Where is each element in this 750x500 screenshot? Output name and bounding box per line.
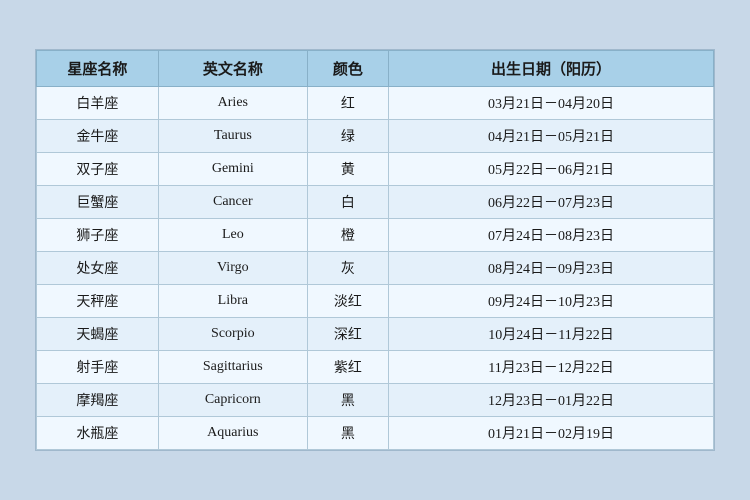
cell-english: Libra <box>158 285 307 318</box>
cell-date: 03月21日－04月20日 <box>389 87 714 120</box>
cell-english: Aries <box>158 87 307 120</box>
cell-date: 08月24日－09月23日 <box>389 252 714 285</box>
table-row: 水瓶座Aquarius黑01月21日－02月19日 <box>37 417 714 450</box>
table-row: 巨蟹座Cancer白06月22日－07月23日 <box>37 186 714 219</box>
cell-date: 07月24日－08月23日 <box>389 219 714 252</box>
cell-english: Capricorn <box>158 384 307 417</box>
cell-english: Virgo <box>158 252 307 285</box>
cell-english: Aquarius <box>158 417 307 450</box>
cell-chinese: 天秤座 <box>37 285 159 318</box>
header-date: 出生日期（阳历） <box>389 51 714 87</box>
cell-color: 黑 <box>307 417 388 450</box>
cell-chinese: 金牛座 <box>37 120 159 153</box>
cell-color: 黄 <box>307 153 388 186</box>
table-row: 狮子座Leo橙07月24日－08月23日 <box>37 219 714 252</box>
table-row: 天秤座Libra淡红09月24日－10月23日 <box>37 285 714 318</box>
cell-chinese: 巨蟹座 <box>37 186 159 219</box>
cell-color: 白 <box>307 186 388 219</box>
cell-english: Leo <box>158 219 307 252</box>
cell-chinese: 摩羯座 <box>37 384 159 417</box>
cell-chinese: 水瓶座 <box>37 417 159 450</box>
table-row: 金牛座Taurus绿04月21日－05月21日 <box>37 120 714 153</box>
table-row: 双子座Gemini黄05月22日－06月21日 <box>37 153 714 186</box>
cell-english: Scorpio <box>158 318 307 351</box>
cell-english: Cancer <box>158 186 307 219</box>
cell-color: 橙 <box>307 219 388 252</box>
cell-date: 12月23日－01月22日 <box>389 384 714 417</box>
cell-english: Gemini <box>158 153 307 186</box>
table-header-row: 星座名称 英文名称 颜色 出生日期（阳历） <box>37 51 714 87</box>
table-row: 摩羯座Capricorn黑12月23日－01月22日 <box>37 384 714 417</box>
cell-color: 紫红 <box>307 351 388 384</box>
cell-chinese: 狮子座 <box>37 219 159 252</box>
cell-date: 10月24日－11月22日 <box>389 318 714 351</box>
cell-date: 09月24日－10月23日 <box>389 285 714 318</box>
zodiac-table-container: 星座名称 英文名称 颜色 出生日期（阳历） 白羊座Aries红03月21日－04… <box>35 49 715 451</box>
cell-english: Taurus <box>158 120 307 153</box>
header-color: 颜色 <box>307 51 388 87</box>
zodiac-table: 星座名称 英文名称 颜色 出生日期（阳历） 白羊座Aries红03月21日－04… <box>36 50 714 450</box>
cell-date: 01月21日－02月19日 <box>389 417 714 450</box>
cell-date: 11月23日－12月22日 <box>389 351 714 384</box>
header-chinese: 星座名称 <box>37 51 159 87</box>
cell-chinese: 白羊座 <box>37 87 159 120</box>
cell-color: 红 <box>307 87 388 120</box>
cell-date: 05月22日－06月21日 <box>389 153 714 186</box>
cell-color: 深红 <box>307 318 388 351</box>
cell-color: 灰 <box>307 252 388 285</box>
cell-english: Sagittarius <box>158 351 307 384</box>
cell-chinese: 双子座 <box>37 153 159 186</box>
cell-color: 黑 <box>307 384 388 417</box>
table-row: 天蝎座Scorpio深红10月24日－11月22日 <box>37 318 714 351</box>
table-row: 白羊座Aries红03月21日－04月20日 <box>37 87 714 120</box>
table-body: 白羊座Aries红03月21日－04月20日金牛座Taurus绿04月21日－0… <box>37 87 714 450</box>
cell-chinese: 天蝎座 <box>37 318 159 351</box>
cell-color: 淡红 <box>307 285 388 318</box>
cell-color: 绿 <box>307 120 388 153</box>
cell-chinese: 处女座 <box>37 252 159 285</box>
cell-date: 06月22日－07月23日 <box>389 186 714 219</box>
table-row: 处女座Virgo灰08月24日－09月23日 <box>37 252 714 285</box>
cell-date: 04月21日－05月21日 <box>389 120 714 153</box>
header-english: 英文名称 <box>158 51 307 87</box>
table-row: 射手座Sagittarius紫红11月23日－12月22日 <box>37 351 714 384</box>
cell-chinese: 射手座 <box>37 351 159 384</box>
